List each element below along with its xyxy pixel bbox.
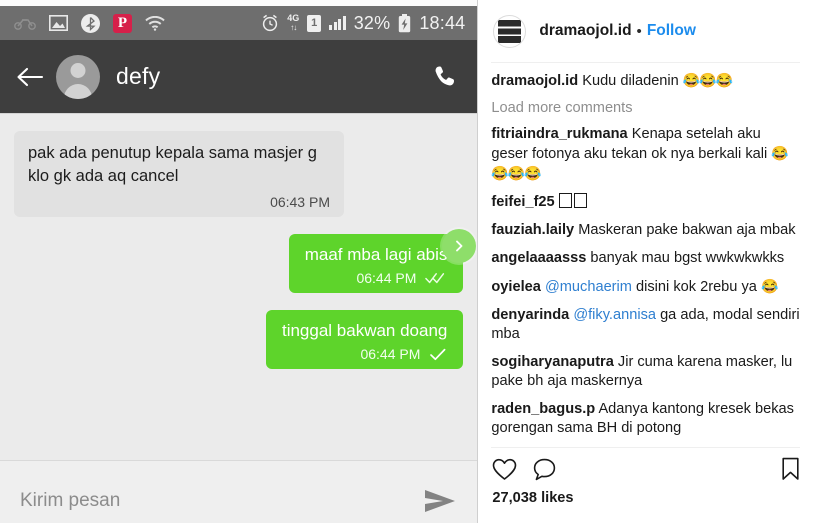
comment-username[interactable]: fauziah.laily bbox=[491, 222, 574, 238]
comment-username[interactable]: sogiharyanaputra bbox=[491, 354, 613, 370]
battery-charging-icon bbox=[399, 13, 411, 32]
message-input-placeholder[interactable]: Kirim pesan bbox=[20, 490, 120, 512]
double-check-icon bbox=[425, 273, 445, 284]
message-text: tinggal bakwan doang bbox=[281, 321, 448, 340]
network-type-indicator: 4G ↑↓ bbox=[287, 13, 300, 33]
bookmark-icon[interactable] bbox=[781, 457, 800, 481]
chevron-right-icon[interactable] bbox=[442, 229, 477, 263]
chat-header: defy bbox=[0, 40, 478, 113]
message-row-outgoing-1: maaf mba lagi abis 06:44 PM bbox=[14, 229, 477, 293]
pinterest-icon: P bbox=[113, 13, 132, 33]
screenshot-root: P 4G ↑↓ 1 32% 18:44 defy pak ada penutup… bbox=[0, 0, 813, 523]
comment-username[interactable]: oyielea bbox=[491, 279, 541, 295]
comment-item: angelaaaasss banyak mau bgst wwkwkwkks bbox=[491, 249, 800, 268]
message-row-outgoing-2: tinggal bakwan doang 06:44 PM bbox=[14, 310, 464, 369]
comment-username[interactable]: fitriaindra_rukmana bbox=[491, 126, 627, 142]
status-bar-right-icons: 4G ↑↓ 1 32% 18:44 bbox=[261, 13, 465, 34]
comment-text: disini kok 2rebu ya bbox=[636, 279, 757, 295]
message-meta: 06:44 PM bbox=[305, 270, 448, 286]
comment-username[interactable]: denyarinda bbox=[491, 307, 569, 323]
load-more-comments-button[interactable]: Load more comments bbox=[491, 100, 800, 116]
pinterest-letter: P bbox=[117, 14, 128, 31]
caption-text: Kudu diladenin bbox=[582, 73, 679, 89]
comment-item: fauziah.laily Maskeran pake bakwan aja m… bbox=[491, 221, 800, 240]
comment-item: raden_bagus.p Adanya kantong kresek beka… bbox=[491, 400, 800, 438]
caption-username[interactable]: dramaojol.id bbox=[491, 73, 578, 89]
contact-avatar[interactable] bbox=[56, 54, 100, 99]
back-arrow-icon[interactable] bbox=[16, 66, 44, 88]
message-text: pak ada penutup kepala sama masjer g klo… bbox=[28, 144, 317, 185]
contact-name: defy bbox=[116, 63, 161, 89]
post-caption: dramaojol.id Kudu diladenin 😂😂😂 bbox=[491, 71, 800, 91]
avatar-logo-glyph bbox=[498, 19, 522, 43]
follow-button[interactable]: Follow bbox=[647, 22, 696, 40]
caption-emoji: 😂😂😂 bbox=[682, 72, 733, 88]
comment-username[interactable]: angelaaaasss bbox=[491, 250, 586, 266]
single-check-icon bbox=[430, 348, 446, 360]
separator-dot: • bbox=[636, 22, 642, 40]
conversation-body: pak ada penutup kepala sama masjer g klo… bbox=[0, 131, 478, 460]
likes-count: 27,038 likes bbox=[492, 490, 574, 506]
phone-chat-panel: P 4G ↑↓ 1 32% 18:44 defy pak ada penutup… bbox=[0, 0, 479, 523]
status-bar-left-icons: P bbox=[14, 13, 165, 33]
message-bubble-outgoing[interactable]: tinggal bakwan doang 06:44 PM bbox=[265, 310, 464, 369]
message-time: 06:44 PM bbox=[356, 270, 417, 286]
comment-text: Maskeran pake bakwan aja mbak bbox=[578, 222, 796, 238]
message-row-incoming: pak ada penutup kepala sama masjer g klo… bbox=[14, 131, 463, 217]
alarm-icon bbox=[263, 14, 278, 32]
post-action-bar bbox=[491, 448, 800, 490]
heart-icon[interactable] bbox=[492, 458, 517, 481]
network-arrows: ↑↓ bbox=[290, 23, 297, 32]
wifi-icon bbox=[145, 15, 165, 31]
comment-username[interactable]: raden_bagus.p bbox=[491, 401, 595, 417]
phone-icon[interactable] bbox=[433, 64, 459, 90]
message-time: 06:44 PM bbox=[360, 346, 421, 362]
comment-item: fitriaindra_rukmana Kenapa setelah aku g… bbox=[491, 125, 800, 184]
clock: 18:44 bbox=[419, 12, 466, 33]
message-time: 06:43 PM bbox=[270, 194, 330, 210]
gallery-icon bbox=[49, 15, 68, 31]
comment-item: denyarinda @fiky.annisa ga ada, modal se… bbox=[491, 306, 800, 344]
comment-mention[interactable]: @fiky.annisa bbox=[573, 307, 656, 323]
comment-username[interactable]: feifei_f25 bbox=[491, 194, 554, 210]
message-meta: 06:44 PM bbox=[282, 346, 447, 362]
comment-mention[interactable]: @muchaerim bbox=[545, 279, 632, 295]
message-text: maaf mba lagi abis bbox=[304, 245, 448, 264]
message-composer[interactable]: Kirim pesan bbox=[0, 460, 478, 523]
message-bubble-outgoing[interactable]: maaf mba lagi abis 06:44 PM bbox=[288, 229, 477, 293]
bluetooth-icon bbox=[81, 13, 100, 33]
motorcycle-icon bbox=[14, 19, 36, 30]
instagram-post-header: dramaojol.id • Follow bbox=[491, 0, 800, 62]
network-label: 4G bbox=[287, 13, 300, 23]
profile-avatar[interactable] bbox=[493, 14, 527, 48]
comment-text: banyak mau bgst wwkwkwkks bbox=[590, 250, 785, 266]
comment-item: oyielea @muchaerim disini kok 2rebu ya 😂 bbox=[491, 277, 800, 297]
comment-emoji: 😂 bbox=[760, 278, 778, 294]
post-username[interactable]: dramaojol.id bbox=[539, 22, 631, 40]
battery-percent: 32% bbox=[353, 12, 391, 33]
missing-glyph-icon bbox=[558, 193, 572, 208]
sim-indicator: 1 bbox=[307, 14, 322, 32]
missing-glyph-icon bbox=[573, 193, 587, 208]
instagram-panel: dramaojol.id • Follow dramaojol.id Kudu … bbox=[478, 0, 813, 523]
message-bubble-incoming[interactable]: pak ada penutup kepala sama masjer g klo… bbox=[14, 131, 344, 217]
comment-item: feifei_f25 bbox=[491, 193, 800, 212]
send-icon[interactable] bbox=[423, 488, 457, 514]
header-divider bbox=[0, 113, 478, 114]
sim-label: 1 bbox=[311, 17, 318, 29]
comment-bubble-icon[interactable] bbox=[533, 458, 556, 481]
comment-item: sogiharyanaputra Jir cuma karena masker,… bbox=[491, 353, 800, 391]
signal-bars-icon bbox=[329, 16, 346, 30]
status-bar: P 4G ↑↓ 1 32% 18:44 bbox=[0, 6, 478, 40]
header-divider bbox=[491, 62, 800, 63]
